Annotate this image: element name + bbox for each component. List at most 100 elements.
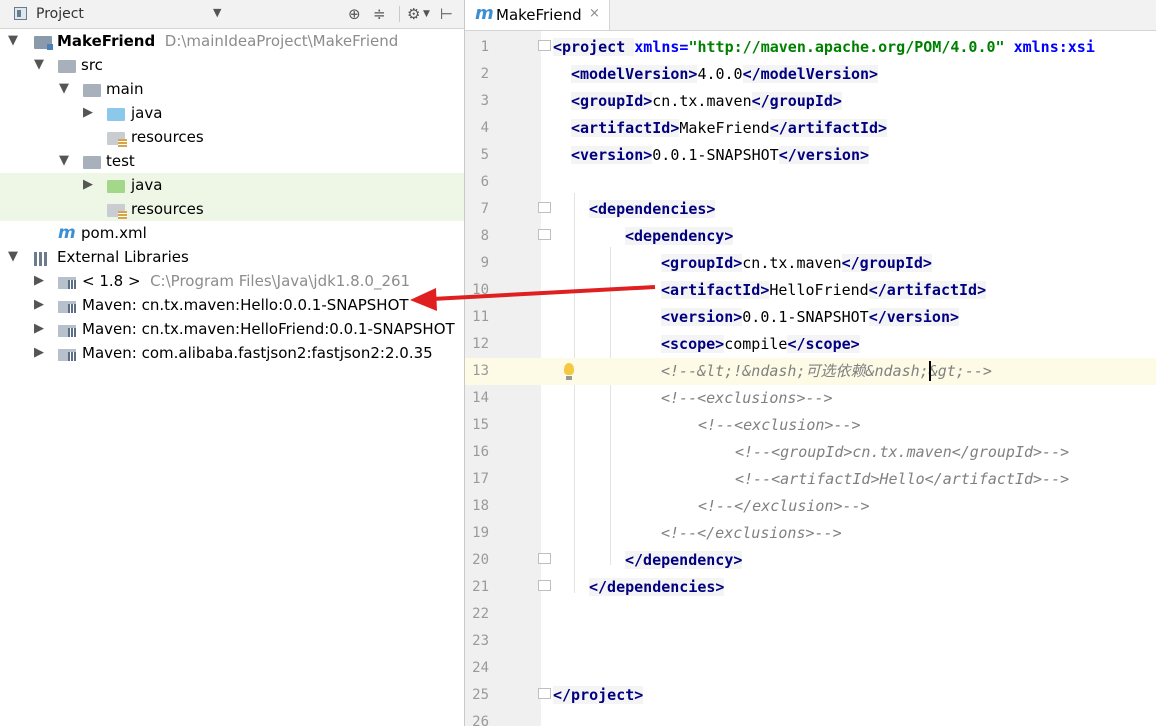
code-line[interactable]: 20 </dependency> — [465, 547, 1156, 574]
tree-row-pom[interactable]: m pom.xml — [0, 221, 464, 245]
project-view-title[interactable]: Project — [36, 6, 84, 22]
code-line[interactable]: 2 <modelVersion>4.0.0</modelVersion> — [465, 61, 1156, 88]
chevron-right-icon[interactable]: ▶ — [32, 293, 46, 317]
tree-row-main-java[interactable]: ▶ java — [0, 101, 464, 125]
collapse-all-icon[interactable]: ≑ — [373, 5, 386, 23]
tree-row-main-resources[interactable]: resources — [0, 125, 464, 149]
line-number: 1 — [480, 39, 489, 55]
tree-path: C:\Program Files\Java\jdk1.8.0_261 — [150, 272, 411, 290]
chevron-down-icon[interactable]: ▼ — [6, 29, 20, 53]
line-number: 6 — [480, 174, 489, 190]
chevron-right-icon[interactable]: ▶ — [32, 317, 46, 341]
chevron-down-icon[interactable]: ▼ — [57, 77, 71, 101]
chevron-down-icon[interactable]: ▼ — [57, 149, 71, 173]
view-selector-dropdown-icon[interactable]: ▼ — [213, 6, 221, 19]
tree-row-test-resources[interactable]: resources — [0, 197, 464, 221]
line-number: 7 — [480, 201, 489, 217]
xml-open-tag: <version> — [571, 146, 653, 164]
fold-marker-icon[interactable] — [538, 202, 551, 213]
code-content: <groupId>cn.tx.maven</groupId> — [661, 250, 932, 277]
chevron-down-icon[interactable]: ▼ — [32, 53, 46, 77]
code-line[interactable]: 17 <!--<artifactId>Hello</artifactId>--> — [465, 466, 1156, 493]
code-line[interactable]: 8 <dependency> — [465, 223, 1156, 250]
code-line[interactable]: 18 <!--</exclusion>--> — [465, 493, 1156, 520]
code-line[interactable]: 22 — [465, 601, 1156, 628]
code-line[interactable]: 23 — [465, 628, 1156, 655]
xml-close-tag: </scope> — [787, 335, 860, 353]
chevron-right-icon[interactable]: ▶ — [32, 269, 46, 293]
code-editor[interactable]: 1 <project xmlns="http://maven.apache.org… — [465, 31, 1156, 726]
line-number: 16 — [472, 444, 489, 460]
fold-marker-icon[interactable] — [538, 229, 551, 240]
code-line[interactable]: 19 <!--</exclusions>--> — [465, 520, 1156, 547]
tree-row-maven-hellofriend[interactable]: ▶ Maven: cn.tx.maven:HelloFriend:0.0.1-S… — [0, 317, 464, 341]
code-line[interactable]: 25 </project> — [465, 682, 1156, 709]
tree-row-test[interactable]: ▼ test — [0, 149, 464, 173]
tree-row-jdk[interactable]: ▶ < 1.8 > C:\Program Files\Java\jdk1.8.0… — [0, 269, 464, 293]
code-line[interactable]: 12 <scope>compile</scope> — [465, 331, 1156, 358]
fold-marker-icon[interactable] — [538, 40, 551, 51]
code-content: <project xmlns="http://maven.apache.org/… — [553, 34, 1095, 61]
fold-marker-icon[interactable] — [538, 688, 551, 699]
folder-icon — [58, 60, 76, 73]
xml-comment: <!--<exclusions>--> — [661, 389, 833, 407]
chevron-right-icon[interactable]: ▶ — [81, 173, 95, 197]
chevron-right-icon[interactable]: ▶ — [81, 101, 95, 125]
tree-row-src[interactable]: ▼ src — [0, 53, 464, 77]
gear-icon[interactable]: ⚙ — [407, 5, 420, 23]
code-line[interactable]: 9 <groupId>cn.tx.maven</groupId> — [465, 250, 1156, 277]
tab-makefriend[interactable]: m MakeFriend × — [465, 0, 610, 30]
xml-text: compile — [724, 335, 788, 353]
line-number: 8 — [480, 228, 489, 244]
tree-row-main[interactable]: ▼ main — [0, 77, 464, 101]
fold-marker-icon[interactable] — [538, 553, 551, 564]
code-content: <groupId>cn.tx.maven</groupId> — [571, 88, 842, 115]
code-line[interactable]: 10 <artifactId>HelloFriend</artifactId> — [465, 277, 1156, 304]
tree-row-maven-fastjson[interactable]: ▶ Maven: com.alibaba.fastjson2:fastjson2… — [0, 341, 464, 365]
code-line[interactable]: 13 <!--&lt;!&ndash;可选依赖&ndash;&gt;--> — [465, 358, 1156, 385]
code-content: <!--</exclusion>--> — [698, 493, 870, 520]
module-folder-icon — [34, 36, 53, 50]
fold-marker-icon[interactable] — [538, 580, 551, 591]
xml-open-tag: <artifactId> — [661, 281, 770, 299]
project-panel: Project ▼ ⊕ ≑ ⚙ ▼ ⊢ ▼ MakeFriend D:\main… — [0, 0, 465, 726]
line-number: 21 — [472, 579, 489, 595]
tree-row-makefriend[interactable]: ▼ MakeFriend D:\mainIdeaProject\MakeFrie… — [0, 29, 464, 53]
locate-target-icon[interactable]: ⊕ — [348, 5, 361, 23]
xml-open-tag: <scope> — [661, 335, 725, 353]
code-line[interactable]: 1 <project xmlns="http://maven.apache.org… — [465, 34, 1156, 61]
maven-library-icon — [58, 349, 76, 361]
code-line[interactable]: 11 <version>0.0.1-SNAPSHOT</version> — [465, 304, 1156, 331]
tree-row-maven-hello[interactable]: ▶ Maven: cn.tx.maven:Hello:0.0.1-SNAPSHO… — [0, 293, 464, 317]
xml-open-tag: <artifactId> — [571, 119, 680, 137]
tree-row-external-libraries[interactable]: ▼ External Libraries — [0, 245, 464, 269]
code-line[interactable]: 26 — [465, 709, 1156, 726]
line-number: 10 — [472, 282, 489, 298]
xml-comment: <!--<artifactId>Hello</artifactId>--> — [735, 470, 1070, 488]
code-line[interactable]: 15 <!--<exclusion>--> — [465, 412, 1156, 439]
lightbulb-icon — [564, 363, 574, 380]
hide-panel-icon[interactable]: ⊢ — [440, 5, 453, 23]
toolbar-divider — [399, 6, 400, 22]
code-content: </dependency> — [625, 547, 743, 574]
chevron-right-icon[interactable]: ▶ — [32, 341, 46, 365]
code-line[interactable]: 16 <!--<groupId>cn.tx.maven</groupId>--> — [465, 439, 1156, 466]
code-line[interactable]: 6 — [465, 169, 1156, 196]
code-content: <!--</exclusions>--> — [661, 520, 842, 547]
code-line[interactable]: 4 <artifactId>MakeFriend</artifactId> — [465, 115, 1156, 142]
code-line[interactable]: 7 <dependencies> — [465, 196, 1156, 223]
code-line[interactable]: 21 </dependencies> — [465, 574, 1156, 601]
code-line[interactable]: 24 — [465, 655, 1156, 682]
tree-row-test-java[interactable]: ▶ java — [0, 173, 464, 197]
code-line[interactable]: 3 <groupId>cn.tx.maven</groupId> — [465, 88, 1156, 115]
chevron-down-icon[interactable]: ▼ — [6, 245, 20, 269]
xml-comment: <!--<groupId>cn.tx.maven</groupId>--> — [735, 443, 1070, 461]
code-content: <artifactId>HelloFriend</artifactId> — [661, 277, 987, 304]
line-number: 13 — [472, 363, 489, 379]
close-icon[interactable]: × — [589, 6, 600, 21]
code-line[interactable]: 14 <!--<exclusions>--> — [465, 385, 1156, 412]
text-caret — [929, 361, 931, 381]
xml-close-tag: </groupId> — [841, 254, 932, 272]
code-line[interactable]: 5 <version>0.0.1-SNAPSHOT</version> — [465, 142, 1156, 169]
gear-dropdown-icon[interactable]: ▼ — [423, 9, 430, 19]
